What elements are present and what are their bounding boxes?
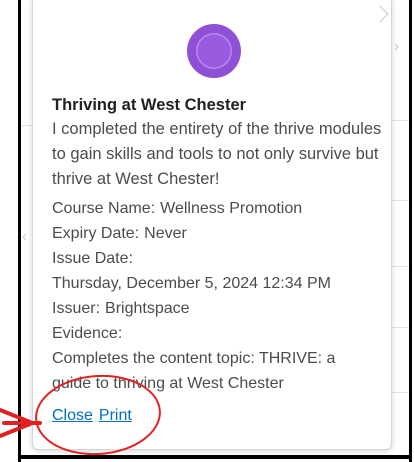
background-chevron-icon: › <box>394 38 399 55</box>
course-name-row: Course Name: Wellness Promotion <box>52 196 382 221</box>
course-name-label: Course Name: <box>52 200 156 217</box>
screenshot-frame-right <box>409 0 412 462</box>
screenshot-frame-left <box>18 0 21 462</box>
issue-date-label: Issue Date: <box>52 250 133 267</box>
evidence-label: Evidence: <box>52 325 123 342</box>
background-divider <box>392 392 409 393</box>
badge-emblem <box>196 33 232 69</box>
issuer-value: Brightspace <box>105 300 190 317</box>
background-divider <box>392 266 409 267</box>
background-divider <box>392 200 409 201</box>
course-name-value: Wellness Promotion <box>160 200 303 217</box>
expiry-date-row: Expiry Date: Never <box>52 221 382 246</box>
issuer-row: Issuer: Brightspace <box>52 296 382 321</box>
background-divider <box>21 125 32 126</box>
award-content: Thriving at West Chester I completed the… <box>52 94 382 396</box>
background-divider <box>392 327 409 328</box>
background-divider <box>392 120 409 121</box>
issue-date-value: Thursday, December 5, 2024 12:34 PM <box>52 275 331 292</box>
expiry-date-label: Expiry Date: <box>52 225 140 242</box>
issuer-label: Issuer: <box>52 300 101 317</box>
screenshot-frame-bottom <box>18 455 412 459</box>
evidence-value-line-1: Completes the content topic: THRIVE: a <box>52 350 336 367</box>
expiry-date-value: Never <box>144 225 187 242</box>
thrive-badge-icon <box>187 24 241 78</box>
award-description: I completed the entirety of the thrive m… <box>52 120 382 188</box>
award-title: Thriving at West Chester <box>52 96 247 114</box>
background-chevron-icon: ‹ <box>22 228 27 245</box>
annotation-arrow-icon <box>0 408 42 438</box>
